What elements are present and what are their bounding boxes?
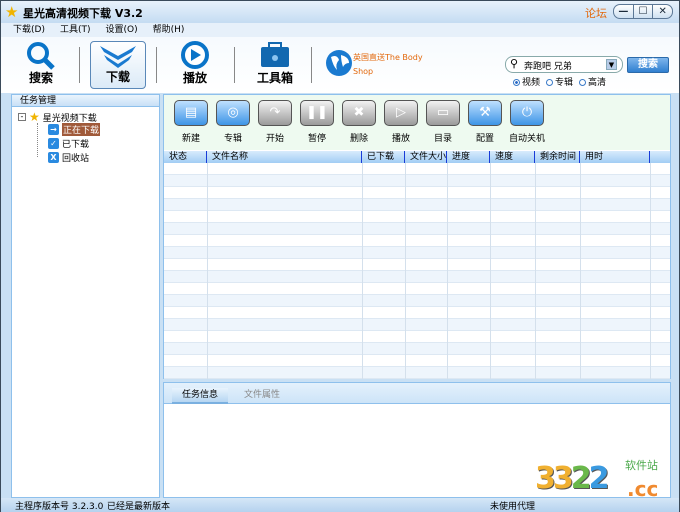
table-row[interactable] [164, 355, 670, 367]
start-icon: ↷ [258, 100, 292, 126]
globe-icon [326, 50, 352, 76]
action-pause-button[interactable]: ❚❚ 暂停 [297, 100, 337, 144]
search-button[interactable]: 搜索 [627, 57, 669, 73]
table-row[interactable] [164, 295, 670, 307]
table-row[interactable] [164, 331, 670, 343]
update-status: 已经是最新版本 [107, 502, 171, 512]
search-input[interactable]: ⚲ 奔跑吧 兄弟 ▼ [505, 56, 623, 73]
action-folder-button[interactable]: ▭ 目录 [423, 100, 463, 144]
window-controls: — ☐ ✕ [613, 4, 673, 19]
pause-icon: ❚❚ [300, 100, 334, 126]
radio-hd[interactable]: 高清 [579, 75, 606, 88]
table-row[interactable] [164, 223, 670, 235]
minimize-button[interactable]: — [614, 5, 633, 18]
arrow-right-icon: → [48, 124, 59, 135]
magnifier-icon: ⚲ [510, 57, 519, 70]
star-icon: ★ [29, 110, 40, 124]
task-panel: 任务管理 - ★ 星光视频下载 → 正在下载 ✓ 已下载 X 回收站 [11, 94, 160, 498]
table-row[interactable] [164, 187, 670, 199]
watermark-logo: 3322 .cc 软件站 [535, 459, 659, 501]
search-type-radios: 视频 专辑 高清 [513, 75, 606, 88]
forum-link[interactable]: 论坛 [585, 5, 607, 21]
tree-item-downloading[interactable]: → 正在下载 [48, 123, 101, 136]
action-start-button[interactable]: ↷ 开始 [255, 100, 295, 144]
ad-banner[interactable]: 英国直送The Body Shop [323, 45, 423, 85]
column-header[interactable]: 用时 [580, 151, 650, 163]
tree-root[interactable]: - ★ 星光视频下载 [18, 110, 97, 124]
new-icon: ▤ [174, 100, 208, 126]
action-config-button[interactable]: ⚒ 配置 [465, 100, 505, 144]
table-row[interactable] [164, 235, 670, 247]
download-tab-button[interactable]: 下载 [90, 41, 146, 89]
collapse-icon[interactable]: - [18, 113, 26, 121]
table-row[interactable] [164, 271, 670, 283]
table-header: 状态 文件名称 已下载 文件大小 进度 速度 剩余时间 用时 [164, 151, 670, 163]
search-tab-button[interactable]: 搜索 [13, 41, 69, 89]
album-icon: ◎ [216, 100, 250, 126]
tab-file-props[interactable]: 文件属性 [234, 388, 290, 404]
table-row[interactable] [164, 319, 670, 331]
maximize-button[interactable]: ☐ [632, 5, 653, 18]
toolbox-icon [261, 42, 289, 67]
action-play-button[interactable]: ▷ 播放 [381, 100, 421, 144]
action-new-button[interactable]: ▤ 新建 [171, 100, 211, 144]
action-shutdown-button[interactable]: ⏻ 自动关机 [507, 100, 547, 144]
column-header[interactable]: 状态 [164, 151, 207, 163]
table-row[interactable] [164, 367, 670, 379]
shutdown-icon: ⏻ [510, 100, 544, 126]
menu-bar: 下载(D) 工具(T) 设置(O) 帮助(H) [1, 23, 679, 37]
column-header[interactable]: 进度 [447, 151, 490, 163]
table-row[interactable] [164, 307, 670, 319]
toolbox-tab-button[interactable]: 工具箱 [247, 41, 303, 89]
chevron-down-icon[interactable]: ▼ [606, 59, 617, 70]
table-row[interactable] [164, 211, 670, 223]
x-icon: X [48, 152, 59, 163]
table-row[interactable] [164, 163, 670, 175]
folder-icon: ▭ [426, 100, 460, 126]
search-icon [27, 42, 55, 70]
radio-album[interactable]: 专辑 [546, 75, 573, 88]
menu-tools[interactable]: 工具(T) [60, 23, 91, 37]
play-icon [181, 41, 209, 69]
config-icon: ⚒ [468, 100, 502, 126]
column-header[interactable]: 已下载 [362, 151, 405, 163]
radio-video[interactable]: 视频 [513, 75, 540, 88]
title-bar: ★ 星光高清视频下载 V3.2 [1, 1, 679, 23]
proxy-status: 未使用代理 [490, 502, 536, 512]
download-table: 状态 文件名称 已下载 文件大小 进度 速度 剩余时间 用时 [164, 151, 670, 379]
table-row[interactable] [164, 343, 670, 355]
version-text: 主程序版本号 3.2.3.0 [15, 502, 104, 512]
action-delete-button[interactable]: ✖ 删除 [339, 100, 379, 144]
action-album-button[interactable]: ◎ 专辑 [213, 100, 253, 144]
tree-item-recycle[interactable]: X 回收站 [48, 151, 89, 164]
column-header[interactable]: 速度 [490, 151, 535, 163]
table-row[interactable] [164, 259, 670, 271]
menu-help[interactable]: 帮助(H) [153, 23, 185, 37]
menu-download[interactable]: 下载(D) [13, 23, 45, 37]
status-bar: 主程序版本号 3.2.3.0 已经是最新版本 未使用代理 [1, 498, 679, 512]
star-logo-icon: ★ [5, 3, 19, 21]
column-header[interactable]: 文件大小 [405, 151, 447, 163]
table-row[interactable] [164, 175, 670, 187]
check-icon: ✓ [48, 138, 59, 149]
table-row[interactable] [164, 199, 670, 211]
close-button[interactable]: ✕ [652, 5, 672, 18]
play-tab-button[interactable]: 播放 [167, 41, 223, 89]
window-title: 星光高清视频下载 V3.2 [23, 7, 143, 20]
tree-item-downloaded[interactable]: ✓ 已下载 [48, 137, 89, 150]
play-icon: ▷ [384, 100, 418, 126]
action-bar: ▤ 新建 ◎ 专辑 ↷ 开始 ❚❚ 暂停 ✖ 删除 ▷ 播放 ▭ 目录 ⚒ 配置 ⏻ 自动关机 [164, 95, 670, 150]
table-row[interactable] [164, 283, 670, 295]
table-row[interactable] [164, 247, 670, 259]
column-header[interactable]: 剩余时间 [535, 151, 580, 163]
task-panel-header: 任务管理 [12, 95, 159, 107]
download-list-panel: ▤ 新建 ◎ 专辑 ↷ 开始 ❚❚ 暂停 ✖ 删除 ▷ 播放 ▭ 目录 ⚒ 配置 ⏻ 自动关机 状态 文件名称 已下载… [163, 94, 671, 379]
delete-icon: ✖ [342, 100, 376, 126]
menu-settings[interactable]: 设置(O) [105, 23, 137, 37]
column-header[interactable]: 文件名称 [207, 151, 362, 163]
tab-task-info[interactable]: 任务信息 [172, 388, 228, 404]
